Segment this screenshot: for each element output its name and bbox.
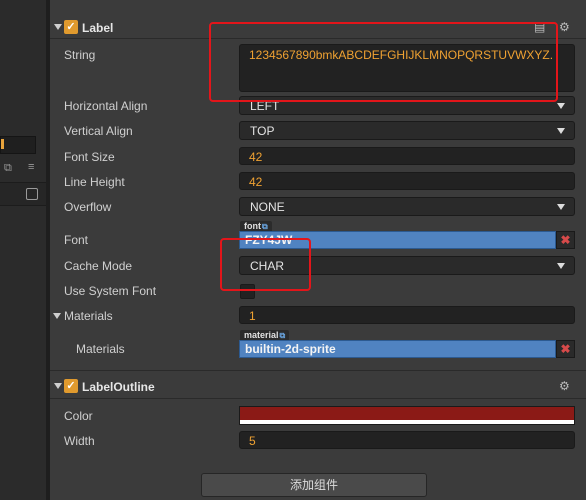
link-icon[interactable]: ⧉ [280,331,286,340]
vertical-align-value: TOP [250,124,275,138]
font-asset-tag[interactable]: font⧉ [240,221,272,231]
left-panel-strip: ⧉ ≡ [0,0,46,500]
dropdown-box-icon[interactable] [26,188,38,200]
chevron-down-icon [557,263,565,269]
outline-width-input[interactable]: 5 [239,431,575,449]
string-label: String [64,48,96,62]
material-item-label: Materials [76,342,125,356]
section-separator [50,370,586,371]
materials-expand-icon[interactable] [53,313,61,319]
header-separator [50,398,586,399]
outline-color-label: Color [64,409,93,423]
line-height-input[interactable]: 42 [239,172,575,190]
overflow-label: Overflow [64,200,112,214]
use-system-font-label: Use System Font [64,284,157,298]
chevron-down-icon [557,204,565,210]
material-clear-icon[interactable]: ✖ [556,340,575,358]
font-size-label: Font Size [64,150,115,164]
menu-icon[interactable]: ≡ [28,161,34,173]
font-tag-label: font [244,221,261,231]
overflow-select[interactable]: NONE [239,197,575,216]
materials-count-input[interactable]: 1 [239,306,575,324]
font-clear-icon[interactable]: ✖ [556,231,575,249]
link-icon[interactable]: ⧉ [262,222,268,231]
cache-mode-label: Cache Mode [64,259,133,273]
chevron-down-icon [557,103,565,109]
font-size-input[interactable]: 42 [239,147,575,165]
highlight-box-string [209,22,558,102]
material-asset-field[interactable]: builtin-2d-sprite [239,340,556,358]
label-outline-enabled-checkbox[interactable]: ✓ [64,379,78,393]
label-enabled-checkbox[interactable]: ✓ [64,20,78,34]
label-component-title: Label [82,21,114,35]
collapse-arrow-icon[interactable] [54,24,62,30]
outline-color-swatch[interactable] [239,406,575,425]
line-height-label: Line Height [64,175,125,189]
highlight-box-cache-mode [220,238,311,291]
left-field-marker [1,139,4,149]
label-outline-header[interactable]: ✓ LabelOutline ⚙ [50,374,586,398]
left-panel-field[interactable] [0,136,36,154]
left-panel-toolbar: ⧉ ≡ [0,160,46,178]
add-component-button[interactable]: 添加组件 [201,473,427,497]
horizontal-align-label: Horizontal Align [64,99,148,113]
outline-width-label: Width [64,434,95,448]
overflow-value: NONE [250,200,285,214]
font-label: Font [64,233,89,247]
collapse-arrow-icon[interactable] [54,383,62,389]
gear-icon[interactable]: ⚙ [559,20,570,34]
vertical-align-select[interactable]: TOP [239,121,575,140]
vertical-align-label: Vertical Align [64,124,133,138]
material-asset-tag[interactable]: material⧉ [240,330,290,340]
left-panel-row [0,182,46,206]
gear-icon[interactable]: ⚙ [559,379,570,393]
materials-label: Materials [64,309,113,323]
material-tag-label: material [244,330,279,340]
chevron-down-icon [557,128,565,134]
outline-color-fill [240,407,574,420]
copy-icon[interactable]: ⧉ [4,162,12,175]
label-outline-title: LabelOutline [82,380,155,394]
